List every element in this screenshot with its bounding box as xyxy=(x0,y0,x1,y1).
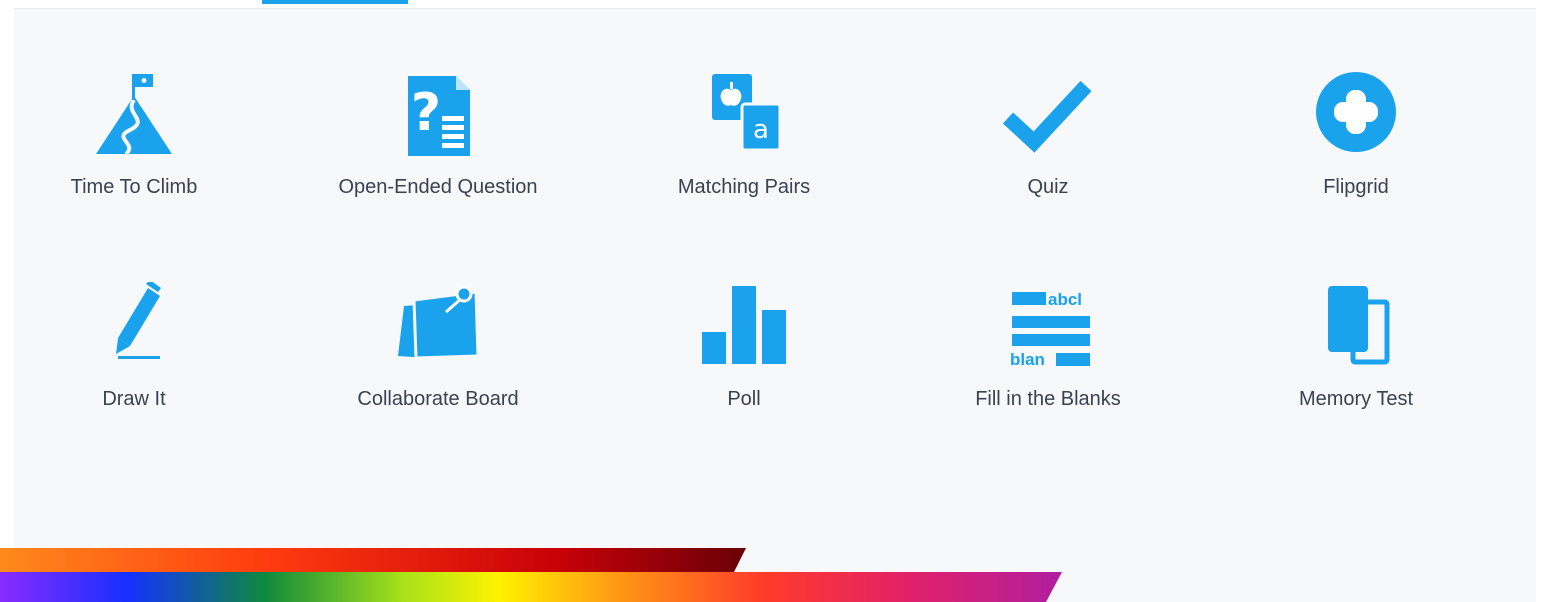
activity-label: Memory Test xyxy=(1298,388,1414,410)
activity-fill-in-the-blanks[interactable]: abcl blan Fill in the Blanks xyxy=(928,282,1168,432)
activity-label: Time To Climb xyxy=(70,176,198,198)
left-gutter xyxy=(0,0,14,602)
svg-text:?: ? xyxy=(411,83,441,143)
active-tab-indicator xyxy=(262,0,408,4)
activity-open-ended-question[interactable]: ? Open-Ended Question xyxy=(318,70,558,220)
matching-cards-icon: a xyxy=(712,74,782,152)
activity-label: Quiz xyxy=(1027,176,1069,198)
activity-label: Flipgrid xyxy=(1323,176,1389,198)
pencil-icon xyxy=(116,282,161,359)
activity-poll[interactable]: Poll xyxy=(624,282,864,432)
activity-panel: Time To Climb ? Open-Ended Question a Ma… xyxy=(14,0,1536,602)
plus-circle-icon xyxy=(1316,72,1396,152)
svg-text:a: a xyxy=(753,115,769,145)
activity-collaborate-board[interactable]: Collaborate Board xyxy=(318,282,558,432)
question-document-icon: ? xyxy=(408,76,470,156)
tab-bar xyxy=(14,0,1536,9)
activity-draw-it[interactable]: Draw It xyxy=(14,282,254,432)
activity-label: Open-Ended Question xyxy=(338,176,538,198)
activity-memory-test[interactable]: Memory Test xyxy=(1236,282,1476,432)
sticky-note-icon xyxy=(398,285,480,360)
activity-label: Poll xyxy=(727,388,761,410)
fill-blanks-icon: abcl blan xyxy=(1010,290,1090,369)
activity-label: Draw It xyxy=(102,388,166,410)
mountain-flag-icon xyxy=(96,74,172,156)
activity-flipgrid[interactable]: Flipgrid xyxy=(1236,70,1476,220)
right-gutter xyxy=(1536,0,1550,602)
activity-label: Collaborate Board xyxy=(357,388,519,410)
memory-cards-icon xyxy=(1328,286,1390,365)
activity-label: Fill in the Blanks xyxy=(975,388,1121,410)
fill-blanks-icon-text-bottom: blan xyxy=(1010,350,1045,369)
activity-quiz[interactable]: Quiz xyxy=(928,70,1168,220)
activity-matching-pairs[interactable]: a Matching Pairs xyxy=(624,70,864,220)
fill-blanks-icon-text-top: abcl xyxy=(1048,290,1082,309)
activity-time-to-climb[interactable]: Time To Climb xyxy=(14,70,254,220)
activity-label: Matching Pairs xyxy=(677,176,811,198)
checkmark-icon xyxy=(1002,80,1092,153)
bar-chart-icon xyxy=(702,286,786,364)
